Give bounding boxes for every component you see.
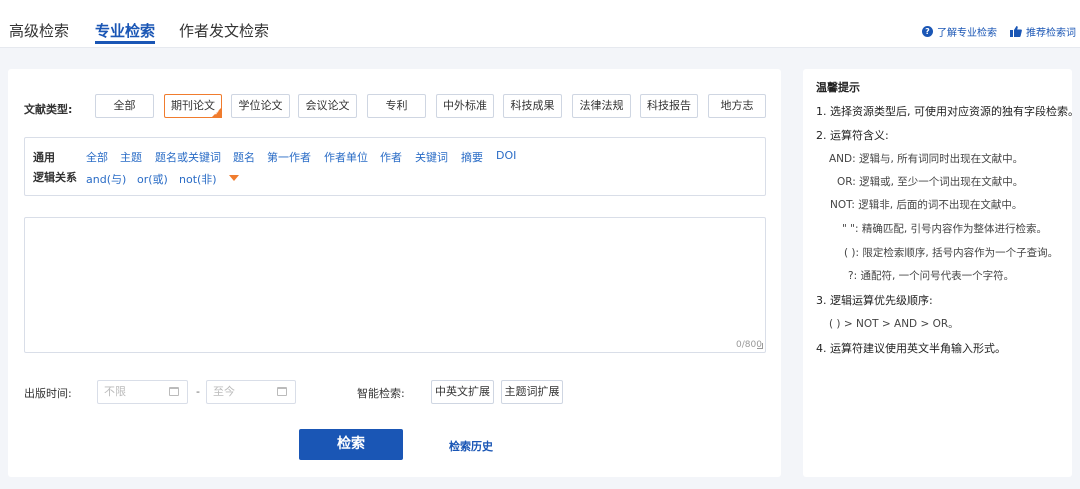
field-author-unit[interactable]: 作者单位	[324, 149, 368, 165]
calendar-icon	[169, 387, 179, 396]
cn-en-expand-button[interactable]: 中英文扩展	[431, 380, 494, 404]
logic-or[interactable]: or(或)	[137, 171, 168, 187]
field-topic[interactable]: 主题	[120, 149, 142, 165]
date-separator: -	[196, 385, 200, 398]
tip-or: OR: 逻辑或, 至少一个词出现在文献中。	[837, 176, 1024, 188]
doc-type-journal[interactable]: 期刊论文 ✓	[164, 94, 222, 118]
smart-search-label: 智能检索:	[357, 387, 405, 400]
search-history-link[interactable]: 检索历史	[449, 438, 493, 454]
doc-type-standard[interactable]: 中外标准	[436, 94, 494, 118]
logic-and[interactable]: and(与)	[86, 171, 126, 187]
resize-handle-icon[interactable]	[757, 343, 763, 349]
field-doi[interactable]: DOI	[496, 149, 516, 162]
top-tab-bar	[0, 0, 1080, 48]
doc-type-local-chronicle[interactable]: 地方志	[708, 94, 766, 118]
query-textarea[interactable]	[24, 217, 766, 353]
doc-type-patent[interactable]: 专利	[367, 94, 426, 118]
tips-title: 温馨提示	[816, 81, 860, 94]
publish-time-from-input[interactable]: 不限	[97, 380, 188, 404]
doc-type-conference[interactable]: 会议论文	[298, 94, 357, 118]
from-placeholder: 不限	[104, 385, 126, 398]
logic-not[interactable]: not(非)	[179, 171, 217, 187]
tab-author-search[interactable]: 作者发文检索	[179, 20, 269, 41]
general-fields-label: 通用	[33, 151, 55, 164]
tip-item-1: 1. 选择资源类型后, 可使用对应资源的独有字段检索。	[816, 105, 1079, 118]
tab-professional-search[interactable]: 专业检索	[95, 20, 156, 44]
tip-item-2: 2. 运算符含义:	[816, 129, 889, 142]
field-abstract[interactable]: 摘要	[461, 149, 483, 165]
expand-caret-icon[interactable]	[229, 175, 239, 181]
doc-type-report[interactable]: 科技报告	[640, 94, 698, 118]
doc-type-journal-label: 期刊论文	[171, 99, 215, 112]
learn-link-label: 了解专业检索	[937, 28, 997, 39]
tip-not: NOT: 逻辑非, 后面的词不出现在文献中。	[830, 199, 1023, 211]
field-selector-box	[24, 137, 766, 196]
tip-wildcard: ?: 通配符, 一个问号代表一个字符。	[848, 270, 1015, 282]
tip-item-3: 3. 逻辑运算优先级顺序:	[816, 294, 933, 307]
doc-type-all[interactable]: 全部	[95, 94, 154, 118]
calendar-icon	[277, 387, 287, 396]
publish-time-label: 出版时间:	[24, 387, 72, 400]
subject-expand-button[interactable]: 主题词扩展	[501, 380, 563, 404]
to-placeholder: 至今	[213, 385, 235, 398]
tip-and: AND: 逻辑与, 所有词同时出现在文献中。	[829, 153, 1024, 165]
doc-type-thesis[interactable]: 学位论文	[231, 94, 290, 118]
field-title[interactable]: 题名	[233, 149, 255, 165]
field-keyword[interactable]: 关键词	[415, 149, 448, 165]
field-all[interactable]: 全部	[86, 149, 108, 165]
tip-paren: ( ): 限定检索顺序, 括号内容作为一个子查询。	[844, 247, 1059, 259]
publish-time-to-input[interactable]: 至今	[206, 380, 296, 404]
logic-relation-label: 逻辑关系	[33, 171, 77, 184]
tab-advanced-search[interactable]: 高级检索	[9, 20, 69, 41]
field-author[interactable]: 作者	[380, 149, 402, 165]
tip-quote: " ": 精确匹配, 引号内容作为整体进行检索。	[842, 223, 1048, 235]
doc-type-achievement[interactable]: 科技成果	[503, 94, 562, 118]
learn-professional-search-link[interactable]: ? 了解专业检索	[922, 24, 997, 39]
tip-item-4: 4. 运算符建议使用英文半角输入形式。	[816, 342, 1006, 355]
tip-order: ( ) > NOT > AND > OR。	[829, 318, 959, 330]
recommend-link-label: 推荐检索词	[1026, 28, 1076, 39]
search-button[interactable]: 检索	[299, 429, 403, 460]
recommend-terms-link[interactable]: 推荐检索词	[1010, 24, 1076, 39]
check-icon: ✓	[214, 109, 220, 117]
field-first-author[interactable]: 第一作者	[267, 149, 311, 165]
help-icon: ?	[922, 26, 933, 37]
field-title-or-keyword[interactable]: 题名或关键词	[155, 149, 221, 165]
doc-type-law[interactable]: 法律法规	[572, 94, 631, 118]
thumbs-up-icon	[1010, 26, 1022, 37]
doc-type-label: 文献类型:	[24, 103, 73, 116]
